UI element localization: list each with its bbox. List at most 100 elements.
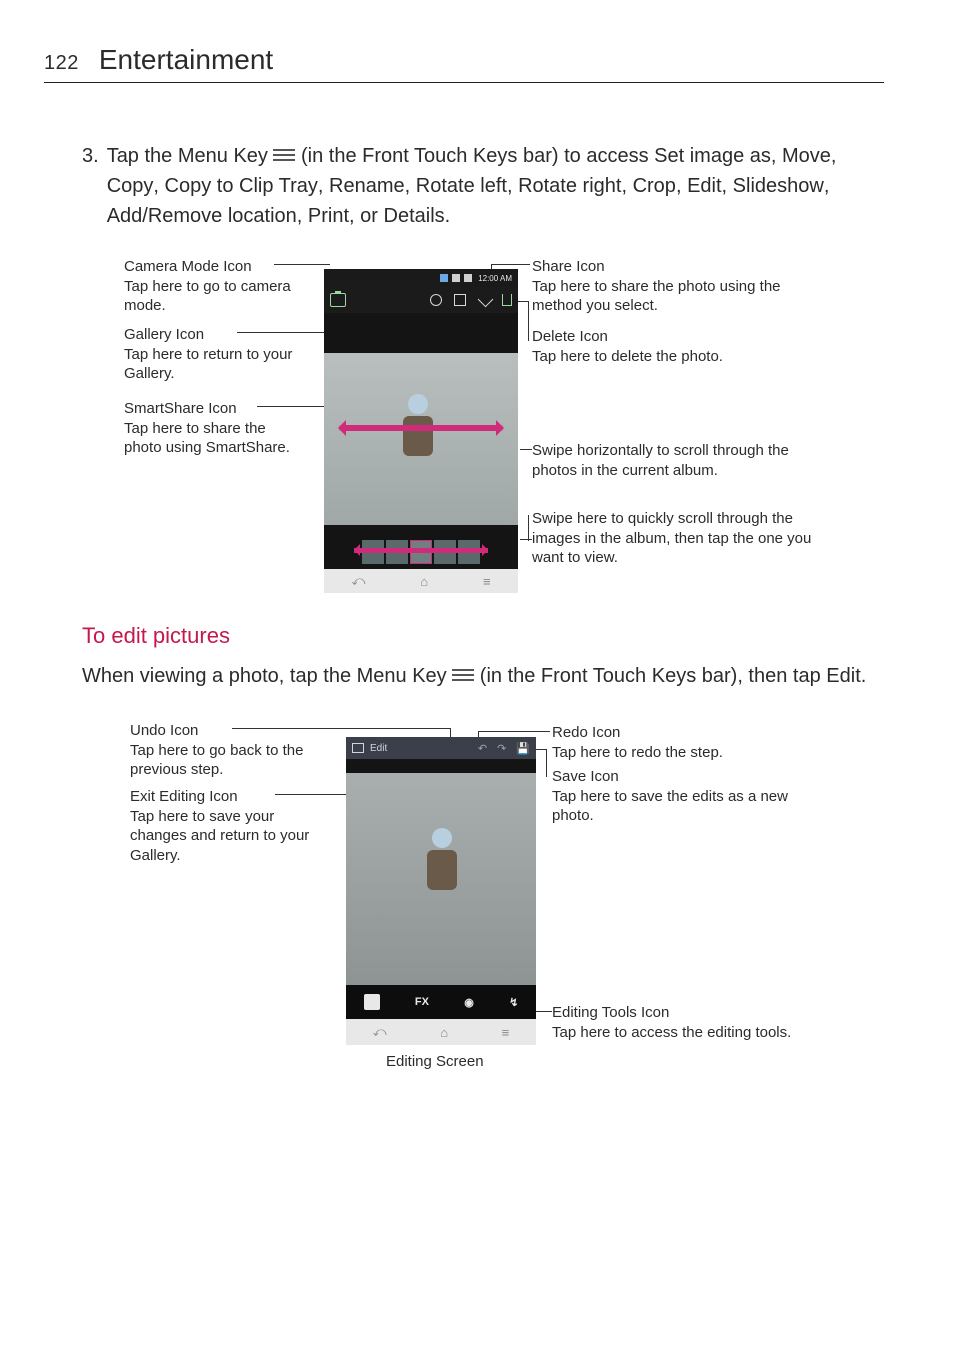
edit-paragraph: When viewing a photo, tap the Menu Key (… (82, 661, 884, 691)
opt: Rename (329, 175, 405, 197)
opt: Rotate right (518, 175, 621, 197)
opt: Edit (687, 175, 721, 197)
leader-line (232, 728, 450, 729)
opt: Print, (308, 205, 355, 227)
callout-title: Undo Icon (130, 721, 330, 741)
menu-icon[interactable]: ≡ (502, 1025, 510, 1040)
menu-key-label: Menu Key (178, 145, 274, 167)
callout-desc: Swipe horizontally to scroll through the… (532, 441, 822, 480)
swipe-arrow-icon (338, 425, 504, 431)
step-number: 3. (82, 141, 99, 231)
phone-screenshot: 12:00 AM ⤺ ⌂ (324, 269, 518, 573)
opt: Rotate left (416, 175, 507, 197)
step-body: Tap the Menu Key (in the Front Touch Key… (107, 141, 884, 231)
leader-line (520, 449, 532, 450)
swipe-callout: Swipe horizontally to scroll through the… (532, 441, 822, 480)
camera-mode-icon[interactable] (330, 293, 346, 307)
leader-line (275, 794, 353, 795)
gallery-toolbar (324, 287, 518, 313)
status-bar: 12:00 AM (324, 269, 518, 287)
leader-line (237, 332, 330, 333)
callout-desc: Tap here to go back to the previous step… (130, 741, 330, 780)
gallery-callout: Gallery Icon Tap here to return to your … (124, 325, 304, 384)
share-icon[interactable] (478, 294, 490, 306)
smartshare-icon[interactable] (430, 294, 442, 306)
callout-title: Camera Mode Icon (124, 257, 304, 277)
opt: Copy to Clip Tray (165, 175, 318, 197)
caption: Editing Screen (386, 1053, 484, 1070)
callout-desc: Tap here to redo the step. (552, 743, 832, 763)
exit-editing-icon[interactable] (352, 743, 364, 753)
leader-line (478, 731, 550, 732)
undo-icon[interactable]: ↶ (478, 742, 487, 755)
page-title: Entertainment (99, 44, 273, 76)
callout-title: SmartShare Icon (124, 399, 304, 419)
filter-tool-icon[interactable]: ◉ (464, 996, 474, 1009)
nav-bar: ⤺ ⌂ ≡ (346, 1019, 536, 1045)
share-callout: Share Icon Tap here to share the photo u… (532, 257, 832, 316)
callout-desc: Tap here to share the photo using SmartS… (124, 419, 304, 458)
back-icon[interactable]: ⤺ (351, 573, 365, 589)
callout-desc: Tap here to access the editing tools. (552, 1023, 852, 1043)
fx-tool-icon[interactable]: FX (415, 996, 429, 1008)
tools-callout: Editing Tools Icon Tap here to access th… (552, 1003, 852, 1042)
leader-line (520, 539, 532, 540)
photo-edit-view[interactable] (346, 773, 536, 985)
opt: Slideshow (733, 175, 824, 197)
menu-icon (273, 149, 295, 163)
callout-desc: Tap here to save your changes and return… (130, 807, 330, 866)
home-icon[interactable]: ⌂ (440, 1025, 448, 1040)
callout-desc: Tap here to delete the photo. (532, 347, 832, 367)
delete-icon[interactable] (502, 294, 512, 306)
signal-icon (440, 274, 448, 282)
smartshare-callout: SmartShare Icon Tap here to share the ph… (124, 399, 304, 458)
photo-view[interactable] (324, 353, 518, 525)
menu-icon (452, 669, 474, 683)
opt: Move (782, 145, 831, 167)
menu-icon[interactable]: ≡ (483, 574, 491, 589)
callout-title: Save Icon (552, 767, 832, 787)
callout-title: Exit Editing Icon (130, 787, 330, 807)
photo-subject (422, 828, 462, 908)
callout-desc: Tap here to go to camera mode. (124, 277, 304, 316)
leader-line (546, 749, 547, 777)
thumbnail-strip[interactable] (324, 535, 518, 569)
more-tool-icon[interactable]: ↯ (509, 996, 518, 1009)
edit-diagram: Undo Icon Tap here to go back to the pre… (130, 713, 884, 1079)
section-heading: To edit pictures (82, 623, 884, 649)
text: or (355, 205, 384, 227)
home-icon[interactable]: ⌂ (420, 574, 428, 589)
leader-line (491, 264, 530, 265)
callout-desc: Tap here to share the photo using the me… (532, 277, 832, 316)
camera-mode-callout: Camera Mode Icon Tap here to go to camer… (124, 257, 304, 316)
exit-callout: Exit Editing Icon Tap here to save your … (130, 787, 330, 865)
callout-title: Gallery Icon (124, 325, 304, 345)
edit-title: Edit (370, 743, 387, 754)
opt: Set image as (654, 145, 771, 167)
step-3: 3. Tap the Menu Key (in the Front Touch … (82, 141, 884, 231)
text: Tap the (107, 145, 178, 167)
gallery-icon[interactable] (454, 294, 466, 306)
callout-desc: Tap here to return to your Gallery. (124, 345, 304, 384)
delete-callout: Delete Icon Tap here to delete the photo… (532, 327, 832, 366)
nav-bar: ⤺ ⌂ ≡ (324, 569, 518, 593)
back-icon[interactable]: ⤺ (373, 1024, 387, 1040)
leader-line (536, 1011, 552, 1012)
text: When viewing a photo, tap the (82, 665, 357, 687)
text: (in the Front Touch Keys bar), then tap (474, 665, 826, 687)
text: (in the Front Touch Keys bar) to access (295, 145, 654, 167)
redo-icon[interactable]: ↷ (497, 742, 506, 755)
leader-line (518, 301, 528, 302)
wifi-icon (452, 274, 460, 282)
page-number: 122 (44, 52, 79, 75)
save-icon[interactable]: 💾 (516, 742, 530, 755)
edit-tools-bar: FX ◉ ↯ (346, 985, 536, 1019)
callout-desc: Swipe here to quickly scroll through the… (532, 509, 822, 568)
leader-line (528, 515, 529, 541)
photo-viewer-diagram: Camera Mode Icon Tap here to go to camer… (124, 257, 884, 597)
leader-line (274, 264, 330, 265)
save-callout: Save Icon Tap here to save the edits as … (552, 767, 832, 826)
callout-title: Delete Icon (532, 327, 832, 347)
photo-subject (398, 394, 438, 474)
crop-tool-icon[interactable] (364, 994, 380, 1010)
